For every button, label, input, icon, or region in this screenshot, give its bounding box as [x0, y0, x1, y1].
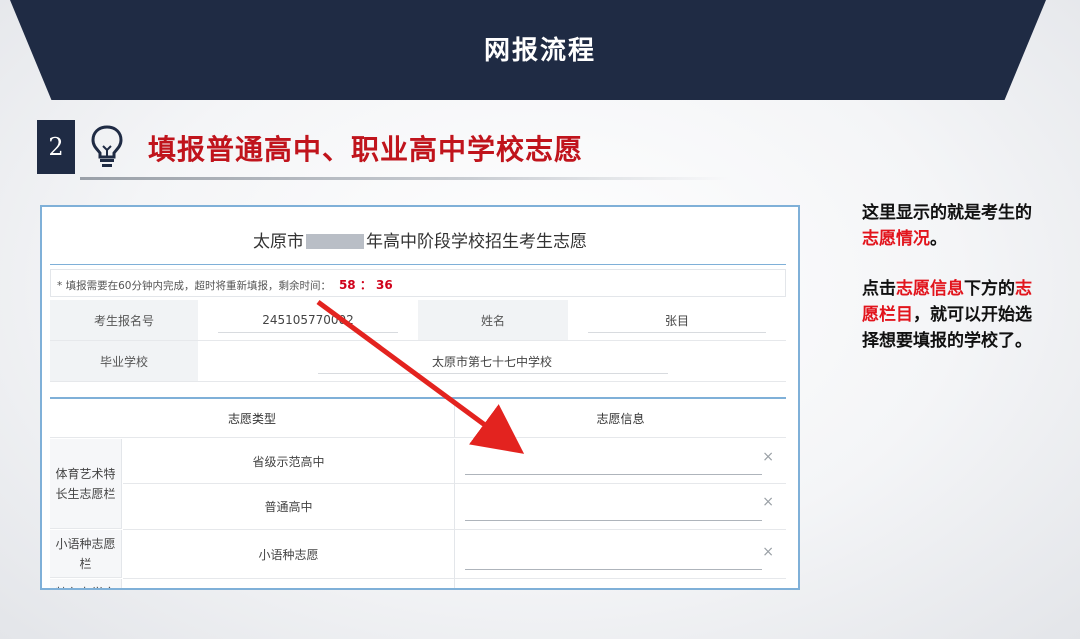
volunteer-choice-1[interactable]: ×	[455, 439, 786, 484]
countdown-timer: 58 ： 36	[338, 278, 393, 292]
banner-title: 网报流程	[483, 36, 596, 66]
notice-text: * 填报需要在60分钟内完成，超时将重新填报，剩余时间：	[57, 280, 331, 292]
time-notice: * 填报需要在60分钟内完成，超时将重新填报，剩余时间： 58 ： 36	[50, 269, 786, 297]
school-text: 太原市第七十七中学校	[431, 354, 552, 369]
volunteer-choice-2[interactable]: ×	[455, 484, 786, 530]
explanation-paragraph-2: 点击志愿信息下方的志愿栏目，就可以开始选择想要填报的学校了。	[862, 276, 1042, 354]
explanation-text: 这里显示的就是考生的志愿情况。 点击志愿信息下方的志愿栏目，就可以开始选择想要填…	[862, 200, 1042, 354]
redacted-year	[306, 234, 364, 249]
info-row-school: 毕业学校 太原市第七十七中学校	[50, 341, 786, 382]
clear-icon[interactable]: ×	[762, 449, 774, 465]
step-number: 2	[37, 120, 75, 174]
info-row-exam: 考生报名号 245105770002 姓名 张目	[50, 300, 786, 341]
name-text: 张目	[664, 313, 689, 328]
school-value: 太原市第七十七中学校	[198, 341, 786, 381]
explain-gap	[862, 252, 1042, 276]
explain-p1-highlight: 志愿情况	[862, 229, 930, 249]
sub-minor-language: 小语种志愿	[123, 530, 455, 579]
explain-p2-highlight-1: 志愿信息	[896, 279, 964, 299]
choice-3-underline	[465, 569, 762, 570]
student-info-table: 考生报名号 245105770002 姓名 张目 毕业学校 太原市第七十七中学校	[50, 300, 786, 382]
category-art-sport: 体育艺术特长生志愿栏	[50, 439, 122, 529]
explain-p1-b: 。	[930, 229, 947, 249]
explain-p2-a: 点击	[862, 279, 896, 299]
volunteer-table-header: 志愿类型 志愿信息	[50, 399, 786, 438]
lightbulb-icon	[91, 125, 123, 167]
name-underline	[588, 332, 766, 333]
exam-no-label: 考生报名号	[50, 300, 198, 340]
explanation-paragraph-1: 这里显示的就是考生的志愿情况。	[862, 200, 1042, 252]
volunteer-form-screenshot: 太原市 年高中阶段学校招生考生志愿 * 填报需要在60分钟内完成，超时将重新填报，…	[40, 205, 800, 590]
exam-no-underline	[218, 332, 398, 333]
clear-icon[interactable]: ×	[762, 544, 774, 560]
form-title-suffix: 年高中阶段学校招生考生志愿	[366, 232, 587, 252]
form-title-prefix: 太原市	[253, 232, 304, 252]
explain-p2-b: 下方的	[964, 279, 1015, 299]
name-label: 姓名	[418, 300, 568, 340]
explain-p1-a: 这里显示的就是考生的	[862, 203, 1032, 223]
choice-2-underline	[465, 520, 762, 521]
category-minor-language: 小语种志愿栏	[50, 530, 122, 578]
header-volunteer-type: 志愿类型	[50, 399, 455, 437]
choice-1-underline	[465, 474, 762, 475]
header-volunteer-info[interactable]: 志愿信息	[455, 399, 786, 437]
exam-no-text: 245105770002	[262, 313, 354, 327]
sub-provincial-model: 省级示范高中	[123, 439, 455, 484]
volunteer-choice-3[interactable]: ×	[455, 530, 786, 579]
title-divider	[50, 264, 786, 265]
exam-no-value: 245105770002	[198, 300, 418, 340]
sub-special	[123, 579, 455, 588]
clear-icon[interactable]: ×	[762, 494, 774, 510]
volunteer-table: 志愿类型 志愿信息 体育艺术特长生志愿栏 省级示范高中 × 普通高中 × 小语种…	[50, 397, 786, 588]
name-value: 张目	[568, 300, 786, 340]
school-underline	[318, 373, 668, 374]
step-title: 填报普通高中、职业高中学校志愿	[148, 133, 584, 166]
school-label: 毕业学校	[50, 341, 198, 381]
category-special: 特色办学实	[50, 579, 122, 588]
sub-ordinary-high: 普通高中	[123, 484, 455, 530]
step-divider	[80, 177, 730, 180]
form-title: 太原市 年高中阶段学校招生考生志愿	[42, 227, 798, 252]
